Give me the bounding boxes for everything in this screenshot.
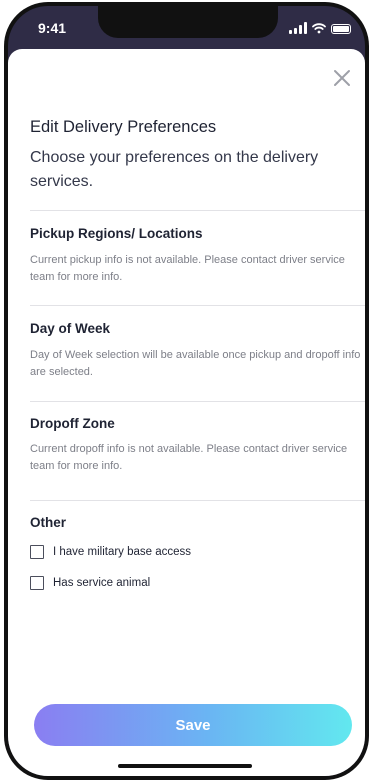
phone-frame: 9:41 Edit Delivery Preferences Choose yo…	[0, 0, 373, 782]
modal-subtitle: Choose your preferences on the delivery …	[30, 149, 319, 190]
divider	[30, 210, 365, 211]
modal-sheet: Edit Delivery Preferences Choose your pr…	[8, 49, 365, 776]
close-icon	[334, 70, 350, 86]
divider	[30, 500, 365, 501]
save-button[interactable]: Save	[34, 704, 352, 746]
status-time: 9:41	[38, 20, 67, 36]
service-animal-label: Has service animal	[53, 577, 151, 589]
section-title-dropoff: Dropoff Zone	[30, 416, 115, 431]
military-base-access-option[interactable]: I have military base access	[30, 545, 191, 559]
status-icons	[289, 22, 351, 34]
battery-icon	[331, 24, 351, 34]
signal-icon	[289, 22, 307, 34]
divider	[30, 401, 365, 402]
section-body-pickup: Current pickup info is not available. Pl…	[30, 254, 345, 283]
section-title-pickup: Pickup Regions/ Locations	[30, 226, 203, 241]
notch	[98, 6, 278, 38]
section-body-day-of-week: Day of Week selection will be available …	[30, 349, 361, 378]
section-body-dropoff: Current dropoff info is not available. P…	[30, 443, 348, 472]
divider	[30, 305, 365, 306]
section-title-day-of-week: Day of Week	[30, 321, 111, 336]
service-animal-checkbox[interactable]	[30, 576, 44, 590]
military-base-access-label: I have military base access	[53, 546, 192, 558]
home-indicator	[118, 764, 252, 768]
wifi-icon	[312, 23, 326, 34]
close-button[interactable]	[329, 65, 355, 91]
screen: 9:41 Edit Delivery Preferences Choose yo…	[8, 6, 365, 776]
service-animal-option[interactable]: Has service animal	[30, 576, 150, 590]
military-base-access-checkbox[interactable]	[30, 545, 44, 559]
modal-title: Edit Delivery Preferences	[30, 118, 217, 136]
section-title-other: Other	[30, 515, 67, 530]
